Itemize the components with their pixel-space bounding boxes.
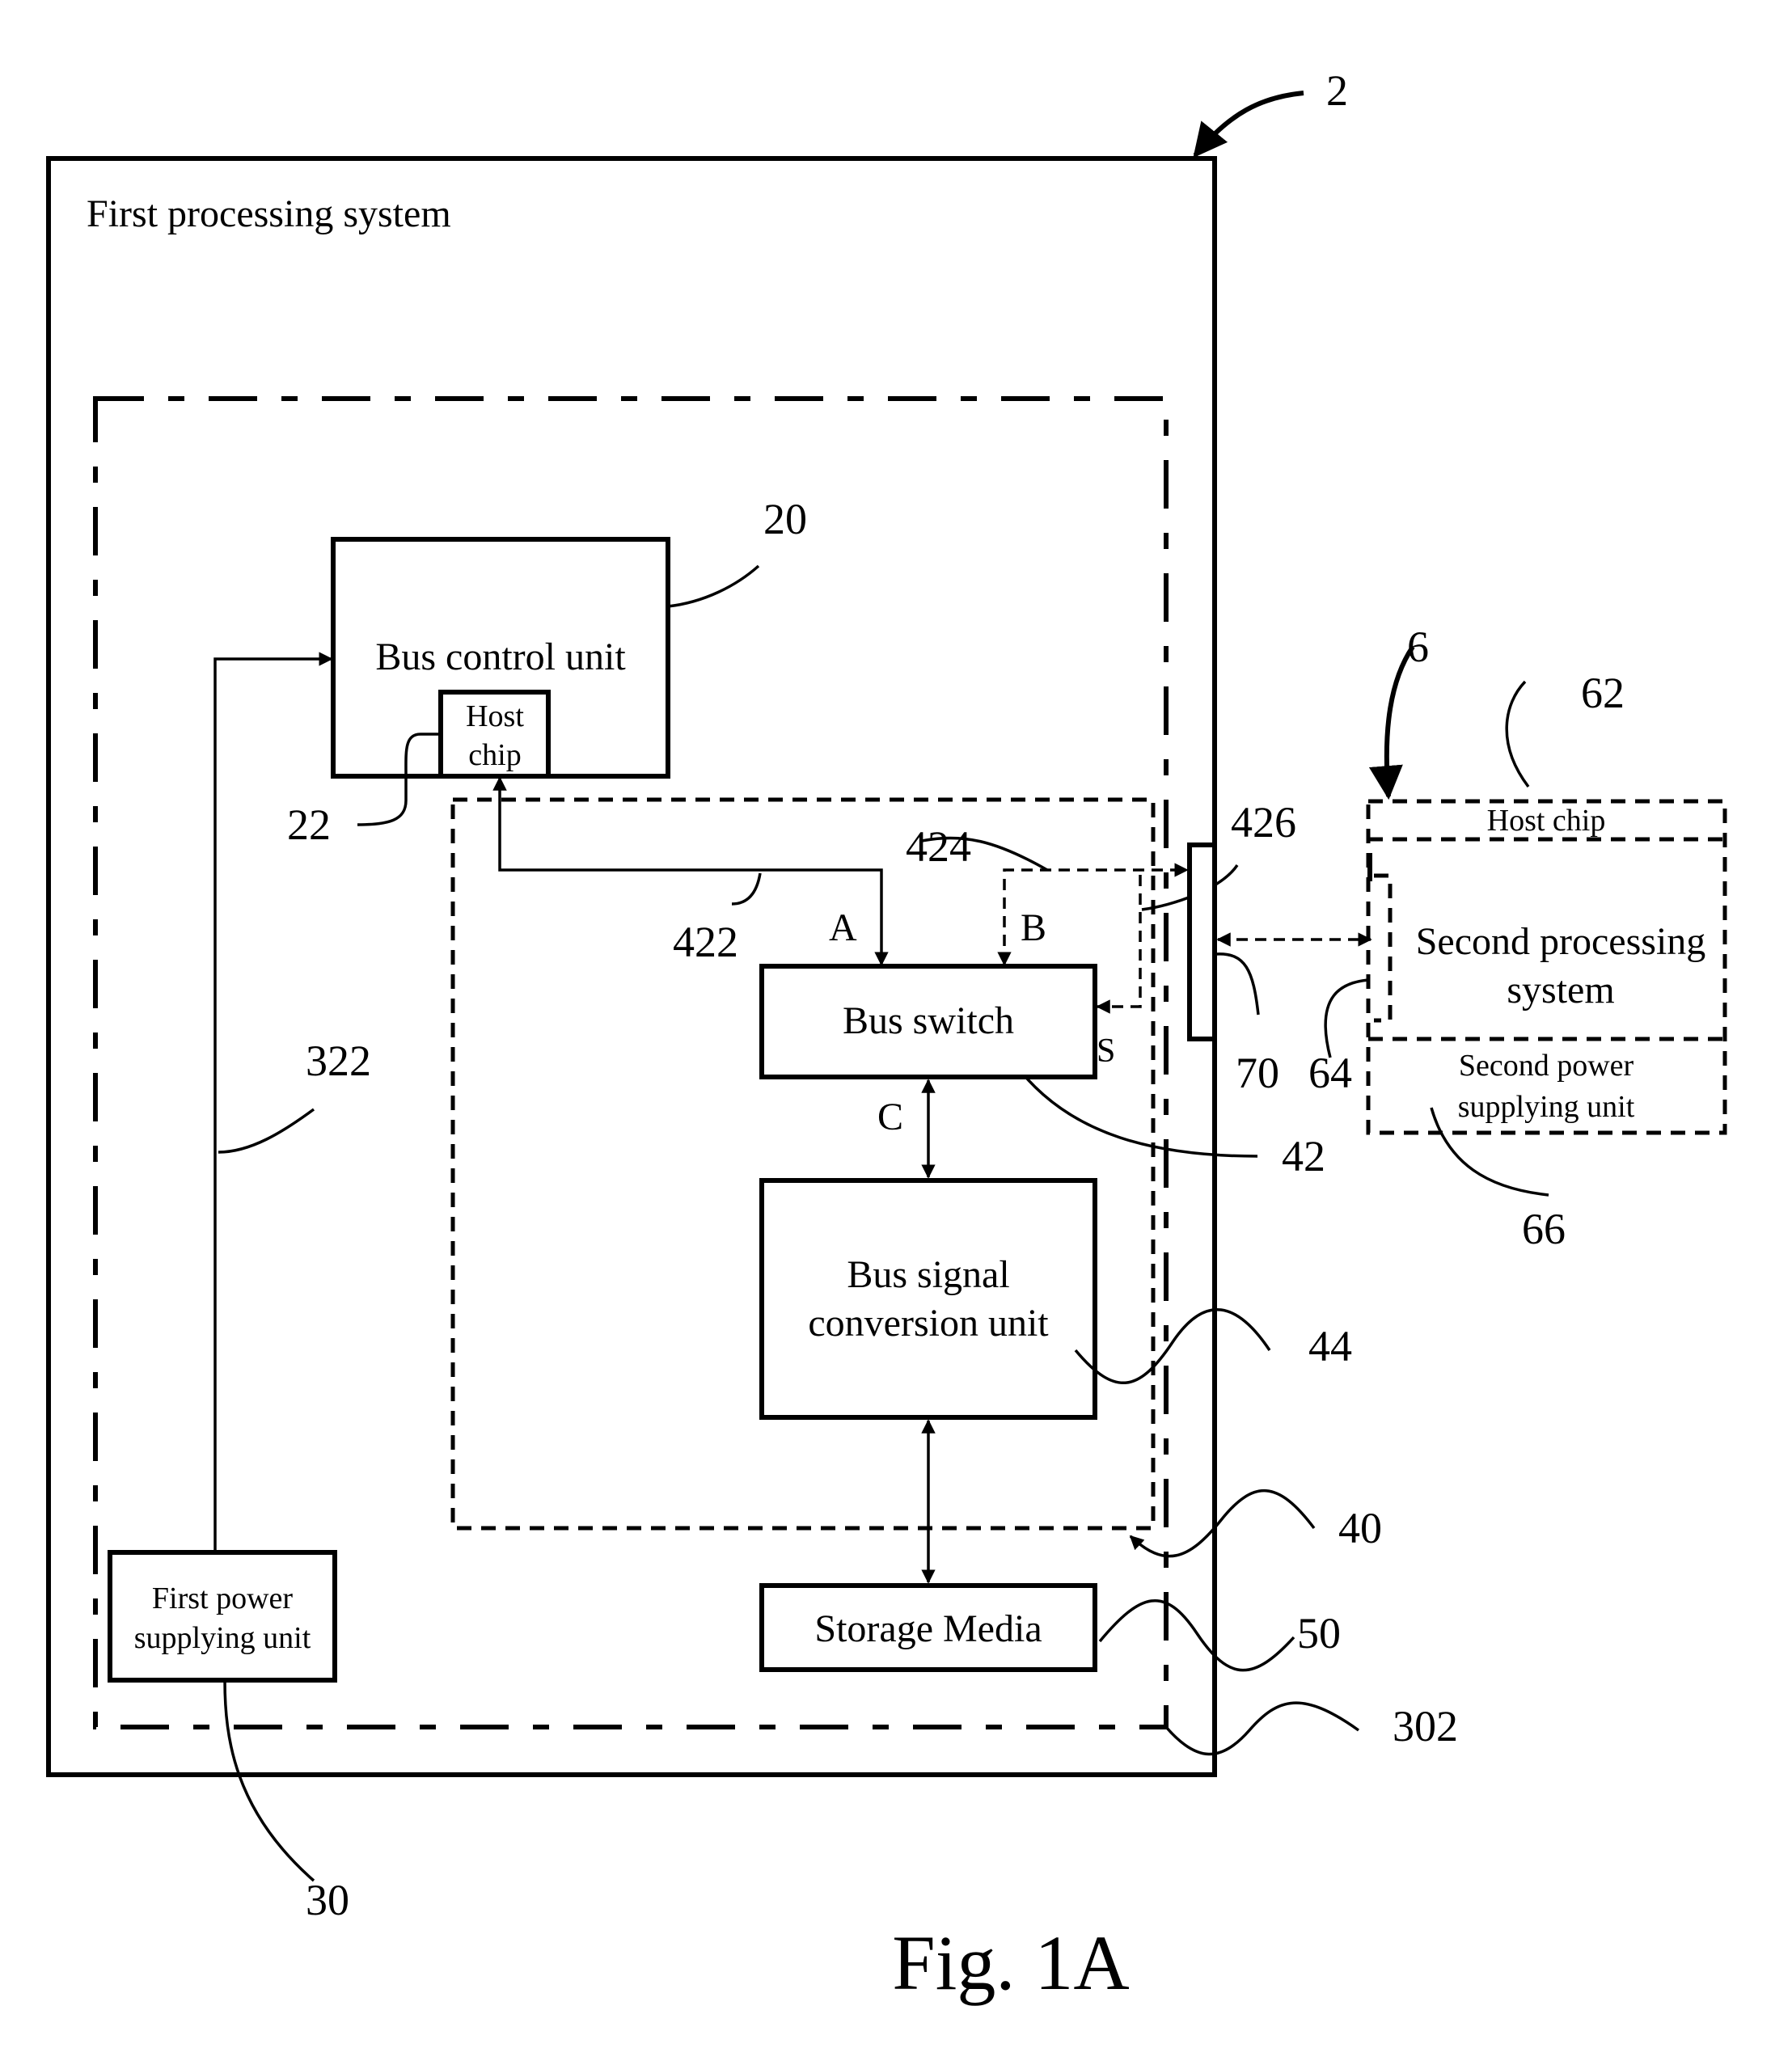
ref-322-leader (218, 1108, 315, 1154)
second-processing-line2: system (1507, 969, 1614, 1011)
ref-30-leader (223, 1679, 315, 1882)
ref-22-leader (357, 733, 441, 826)
ref-2-label: 2 (1326, 66, 1348, 115)
second-power-line1: Second power (1459, 1049, 1634, 1083)
path-label-c: C (877, 1096, 903, 1138)
bus-signal-conversion-line1: Bus signal (847, 1253, 1009, 1296)
second-processing-line1: Second processing (1416, 920, 1706, 963)
ref-6-label: 6 (1407, 623, 1429, 671)
ref-64-leader (1324, 978, 1369, 1058)
connector-70 (1187, 842, 1217, 1041)
storage-media-label: Storage Media (814, 1607, 1042, 1650)
first-power-supplying-unit-box (108, 1550, 337, 1683)
ref-44-leader (1074, 1308, 1271, 1384)
port-64 (1374, 873, 1393, 1023)
ref-422-label: 422 (673, 918, 738, 966)
patent-diagram: 2 First processing system Bus control un… (46, 66, 1727, 2006)
bus-switch-label: Bus switch (843, 999, 1014, 1042)
ref-62-leader (1505, 680, 1530, 788)
first-power-line2: supplying unit (134, 1621, 311, 1655)
ref-44-label: 44 (1308, 1322, 1352, 1370)
ref-20-leader (667, 564, 760, 608)
ref-422-leader (731, 872, 762, 906)
second-processing-system-box (1366, 799, 1727, 1135)
ref-70-label: 70 (1236, 1049, 1279, 1097)
host-chip-line2: chip (468, 738, 521, 772)
ref-42-leader (1025, 1077, 1258, 1158)
ref-66-label: 66 (1522, 1205, 1566, 1253)
path-label-a: A (829, 906, 857, 949)
ref-62-label: 62 (1581, 669, 1625, 717)
ref-2-leader (1193, 91, 1304, 158)
ref-40-label: 40 (1338, 1504, 1382, 1552)
ref-50-leader (1098, 1599, 1295, 1672)
host-chip-line1: Host (466, 699, 524, 733)
ref-30-label: 30 (306, 1876, 349, 1924)
ref-302-leader (1164, 1701, 1360, 1756)
ref-20-label: 20 (763, 495, 807, 543)
second-power-line2: supplying unit (1458, 1090, 1635, 1124)
ref-50-label: 50 (1297, 1609, 1341, 1657)
ref-42-label: 42 (1282, 1132, 1325, 1180)
ref-322-label: 322 (306, 1037, 371, 1085)
figure-caption: Fig. 1A (892, 1919, 1129, 2006)
power-line-322 (213, 652, 333, 1552)
ref-64-label: 64 (1308, 1049, 1352, 1097)
path-label-s: S (1097, 1032, 1115, 1070)
ref-22-label: 22 (287, 800, 331, 849)
second-host-chip-label: Host chip (1487, 804, 1606, 838)
first-power-line1: First power (152, 1581, 294, 1615)
switch-signal-path-s (1096, 875, 1142, 1014)
first-processing-system-title: First processing system (87, 192, 451, 235)
ref-424-label: 424 (906, 822, 971, 871)
bus-signal-conversion-line2: conversion unit (808, 1302, 1049, 1345)
bus-control-unit-label: Bus control unit (375, 636, 626, 678)
ref-426-label: 426 (1231, 798, 1296, 847)
path-label-b: B (1021, 906, 1046, 949)
bus-signal-conversion-unit-box (759, 1178, 1097, 1420)
ref-70-leader (1215, 952, 1260, 1016)
ref-302-label: 302 (1393, 1702, 1458, 1750)
ref-40-leader (1129, 1489, 1316, 1558)
